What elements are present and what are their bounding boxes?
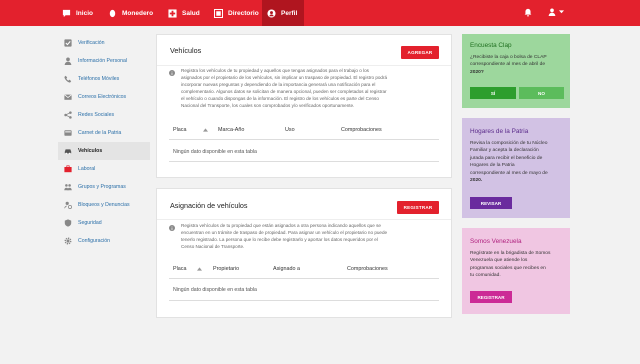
sidebar-item-label: Vehículos — [78, 148, 103, 154]
share-icon — [64, 111, 72, 119]
sidebar-item-carnet[interactable]: Carnet de la Patria — [58, 124, 150, 142]
user-menu-button[interactable] — [548, 0, 570, 26]
chat-bubble-icon — [62, 9, 71, 18]
nav-directorio[interactable]: Directorio — [210, 0, 262, 26]
empty-table-message: Ningún dato disponible en esta tabla — [173, 287, 257, 293]
user-icon — [548, 8, 556, 18]
somos-venezuela-panel: Somos Venezuela Regístrate en la brigadi… — [462, 228, 570, 314]
check-box-icon — [64, 39, 72, 47]
sidebar-item-bloqueos[interactable]: Bloqueos y Denuncias — [58, 196, 150, 214]
clap-survey-panel: Encuesta Clap ¿Recibiste la caja o bolsa… — [462, 34, 570, 108]
sidebar-item-label: Redes Sociales — [78, 112, 115, 118]
column-header-uso[interactable]: Uso — [285, 127, 295, 133]
clap-title: Encuesta Clap — [470, 42, 512, 49]
clap-question: ¿Recibiste la caja o bolsa de CLAP corre… — [470, 55, 547, 75]
table-header-divider — [169, 278, 439, 279]
id-card-icon — [64, 129, 72, 137]
agregar-button[interactable]: AGREGAR — [401, 46, 439, 59]
sidebar-item-telefonos[interactable]: Teléfonos Móviles — [58, 70, 150, 88]
info-icon: i — [169, 70, 175, 76]
asignacion-info-text: Registra vehículos de tu propiedad que e… — [181, 223, 388, 249]
registrar-button[interactable]: REGISTRAR — [397, 201, 439, 214]
health-cross-icon — [168, 8, 177, 18]
sidebar-item-label: Configuración — [78, 238, 111, 244]
sidebar-item-seguridad[interactable]: Seguridad — [58, 214, 150, 232]
notifications-button[interactable] — [524, 0, 538, 26]
sidebar-item-label: Carnet de la Patria — [78, 130, 122, 136]
revisar-button[interactable]: REVISAR — [470, 197, 512, 209]
person-icon — [64, 57, 72, 65]
briefcase-icon — [64, 165, 72, 173]
nav-inicio[interactable]: Inicio — [56, 0, 102, 26]
car-icon — [64, 147, 72, 155]
gear-icon — [64, 237, 72, 245]
sort-up-icon[interactable] — [203, 128, 208, 134]
somos-text: Regístrate en la brigadista de Somos Ven… — [470, 251, 551, 279]
title-divider — [157, 219, 451, 220]
clap-no-button[interactable]: NO — [519, 87, 564, 99]
column-header-comprobaciones[interactable]: Comprobaciones — [347, 266, 388, 272]
envelope-icon — [64, 93, 72, 101]
nav-perfil-label: Perfil — [281, 9, 298, 17]
nav-directorio-label: Directorio — [228, 9, 259, 17]
sidebar-item-label: Información Personal — [78, 58, 128, 64]
nav-salud-label: Salud — [182, 9, 200, 17]
asignacion-title: Asignación de vehículos — [170, 201, 248, 210]
column-header-placa[interactable]: Placa — [173, 266, 187, 272]
sidebar-item-configuracion[interactable]: Configuración — [58, 232, 150, 250]
vehiculos-card: Vehículos AGREGAR i Registra los vehícul… — [156, 34, 452, 178]
sidebar-item-label: Seguridad — [78, 220, 102, 226]
hogares-title: Hogares de la Patria — [470, 128, 529, 135]
person-block-icon — [64, 201, 72, 209]
sidebar-item-label: Bloqueos y Denuncias — [78, 202, 130, 208]
title-divider — [157, 65, 451, 66]
column-header-comprobaciones[interactable]: Comprobaciones — [341, 127, 382, 133]
nav-inicio-label: Inicio — [76, 9, 93, 17]
somos-registrar-button[interactable]: REGISTRAR — [470, 291, 512, 303]
somos-title: Somos Venezuela — [470, 238, 522, 245]
sidebar-item-informacion-personal[interactable]: Información Personal — [58, 52, 150, 70]
directory-icon — [214, 8, 223, 18]
sidebar-item-laboral[interactable]: Laboral — [58, 160, 150, 178]
sidebar-item-label: Correos Electrónicos — [78, 94, 127, 100]
table-bottom-divider — [169, 161, 439, 162]
nav-salud[interactable]: Salud — [164, 0, 210, 26]
wallet-icon — [108, 9, 117, 18]
chevron-down-icon — [559, 10, 564, 16]
table-bottom-divider — [169, 300, 439, 301]
clap-yes-button[interactable]: SÍ — [470, 87, 516, 99]
nav-monedero-label: Monedero — [122, 9, 154, 17]
nav-monedero[interactable]: Monedero — [104, 0, 162, 26]
vehiculos-title: Vehículos — [170, 46, 202, 55]
shield-icon — [64, 219, 72, 227]
nav-perfil[interactable]: Perfil — [262, 0, 304, 26]
asignacion-card: Asignación de vehículos REGISTRAR i Regi… — [156, 188, 452, 318]
sidebar-item-label: Teléfonos Móviles — [78, 76, 120, 82]
top-navbar: Inicio Monedero Salud Directorio Perfil — [0, 0, 640, 26]
sidebar-item-correos[interactable]: Correos Electrónicos — [58, 88, 150, 106]
phone-icon — [64, 75, 72, 83]
hogares-text: Revisa la composición de tu Núcleo Famil… — [470, 141, 548, 184]
sidebar-item-verificacion[interactable]: Verificación — [58, 34, 150, 52]
sidebar-item-vehiculos[interactable]: Vehículos — [58, 142, 150, 160]
group-icon — [64, 183, 72, 191]
sidebar-item-label: Laboral — [78, 166, 96, 172]
column-header-asignado[interactable]: Asignado a — [273, 266, 300, 272]
sidebar-item-redes-sociales[interactable]: Redes Sociales — [58, 106, 150, 124]
sort-up-icon[interactable] — [197, 267, 202, 273]
column-header-placa[interactable]: Placa — [173, 127, 187, 133]
profile-sidebar: Verificación Información Personal Teléfo… — [58, 34, 150, 250]
sidebar-item-grupos[interactable]: Grupos y Programas — [58, 178, 150, 196]
vehiculos-info-text: Registra los vehículos de tu propiedad y… — [181, 68, 388, 108]
sidebar-item-label: Verificación — [78, 40, 105, 46]
info-icon: i — [169, 225, 175, 231]
column-header-marca[interactable]: Marca-Año — [218, 127, 244, 133]
user-circle-icon — [267, 8, 276, 18]
hogares-patria-panel: Hogares de la Patria Revisa la composici… — [462, 118, 570, 218]
column-header-propietario[interactable]: Propietario — [213, 266, 239, 272]
empty-table-message: Ningún dato disponible en esta tabla — [173, 149, 257, 155]
sidebar-item-label: Grupos y Programas — [78, 184, 126, 190]
table-header-divider — [169, 139, 439, 140]
bell-icon — [524, 8, 532, 19]
